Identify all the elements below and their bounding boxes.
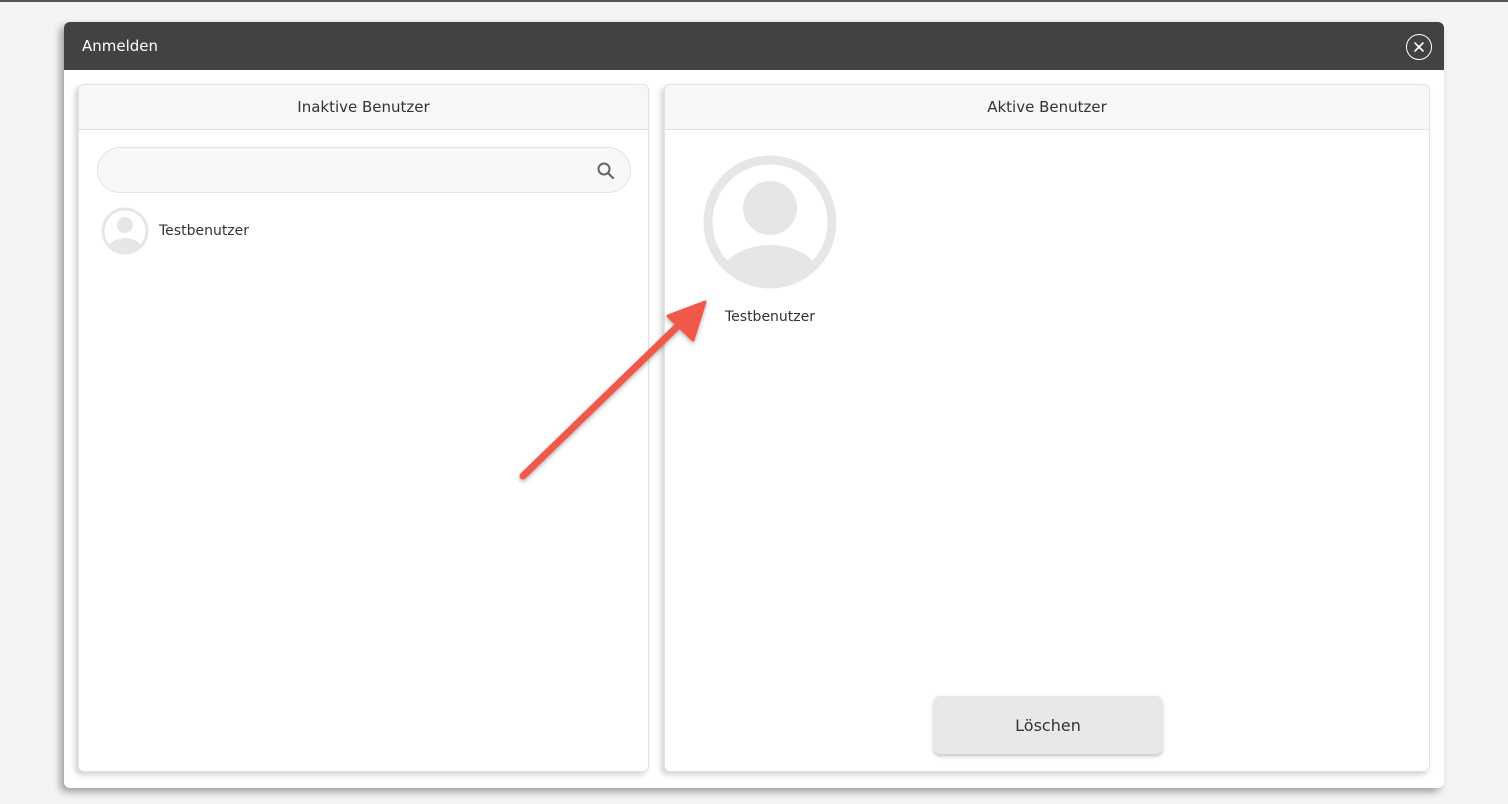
dialog-titlebar: Anmelden	[64, 22, 1444, 70]
login-dialog: Anmelden Inaktive Benutzer Testbenutzer …	[64, 22, 1444, 788]
inactive-users-panel: Inaktive Benutzer Testbenutzer	[78, 84, 649, 772]
active-users-panel: Aktive Benutzer Testbenutzer Löschen	[664, 84, 1430, 772]
delete-button[interactable]: Löschen	[934, 696, 1162, 754]
close-button[interactable]	[1406, 34, 1432, 60]
active-user-name: Testbenutzer	[724, 309, 816, 325]
avatar-icon	[101, 207, 149, 255]
close-icon	[1414, 42, 1424, 52]
avatar-icon	[703, 155, 837, 289]
dialog-title: Anmelden	[82, 37, 159, 55]
active-user-item[interactable]: Testbenutzer	[703, 155, 837, 325]
inactive-users-header: Inaktive Benutzer	[79, 85, 648, 130]
active-users-header: Aktive Benutzer	[665, 85, 1429, 130]
user-search	[97, 147, 631, 193]
search-input[interactable]	[98, 148, 630, 192]
inactive-user-name: Testbenutzer	[159, 223, 250, 239]
inactive-user-item[interactable]: Testbenutzer	[101, 207, 249, 255]
search-icon[interactable]	[596, 161, 616, 181]
